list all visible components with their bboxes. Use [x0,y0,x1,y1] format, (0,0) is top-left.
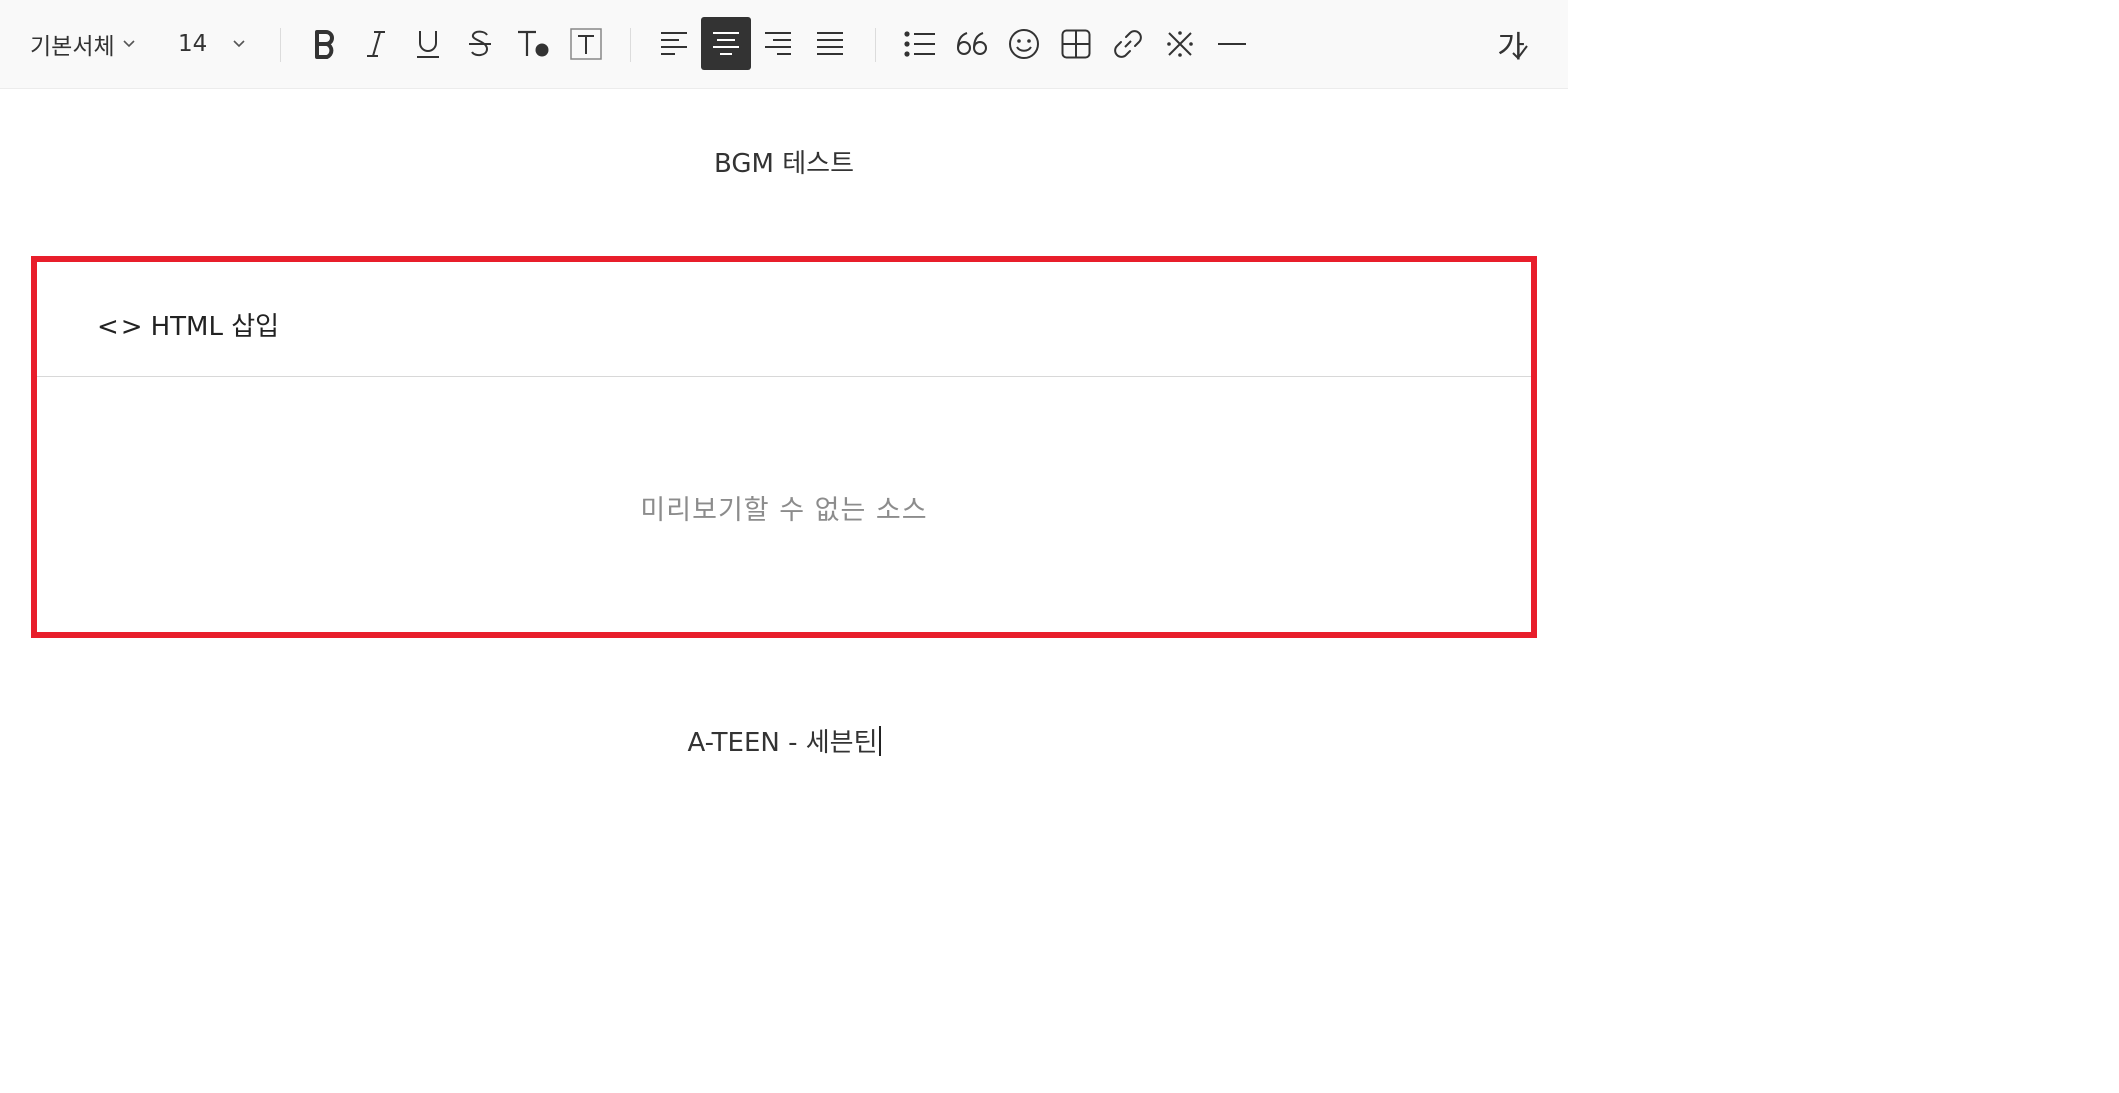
table-button[interactable] [1051,0,1101,88]
text-color-icon [518,30,549,57]
document-paragraph[interactable]: BGM 테스트 [0,143,1568,180]
bullet-list-button[interactable] [895,0,945,88]
quote-button[interactable] [947,0,997,88]
link-icon [1114,30,1142,58]
bold-icon [315,30,334,59]
align-left-icon [661,32,687,55]
link-button[interactable] [1103,0,1153,88]
align-justify-button[interactable] [805,0,855,88]
underline-icon [417,31,439,58]
emoji-icon [1009,29,1039,59]
italic-button[interactable] [351,0,401,88]
emoji-button[interactable] [999,0,1049,88]
bold-button[interactable] [300,0,350,88]
font-family-value: 기본서체 [30,34,115,60]
toolbar-divider [280,28,281,62]
align-right-button[interactable] [753,0,803,88]
text-background-button[interactable] [561,0,611,88]
strikethrough-icon [469,30,491,57]
horizontal-rule-button[interactable] [1207,0,1257,88]
align-center-icon [713,31,739,55]
text-background-icon [570,28,602,60]
paragraph-text: A-TEEN - 세븐틴 [687,728,878,758]
font-family-select[interactable]: 기본서체 [30,0,148,88]
code-icon: <> [97,312,145,342]
underline-button[interactable] [403,0,453,88]
font-size-select[interactable]: 14 [178,0,246,88]
check-icon [1512,45,1528,60]
horizontal-rule-icon [1218,43,1246,45]
quote-icon [957,32,987,55]
text-color-button[interactable] [508,0,558,88]
chevron-down-icon [123,40,135,48]
html-insert-block[interactable]: <> HTML 삽입 미리보기할 수 없는 소스 [31,256,1537,638]
html-block-header: <> HTML 삽입 [37,262,1531,377]
spellcheck-button[interactable]: 가 [1488,0,1538,88]
toolbar-divider [630,28,631,62]
html-preview-message: 미리보기할 수 없는 소스 [640,495,928,526]
special-character-icon [1167,31,1193,57]
align-justify-icon [817,32,843,55]
align-left-button[interactable] [649,0,699,88]
html-block-title: <> HTML 삽입 [97,306,279,343]
bullet-list-icon [904,31,935,57]
editor-toolbar: 기본서체 14 가 [0,0,1568,89]
table-icon [1061,29,1091,59]
strikethrough-button[interactable] [455,0,505,88]
align-right-icon [765,32,791,55]
html-block-label: HTML 삽입 [150,312,280,342]
text-caret [878,726,881,756]
chevron-down-icon [233,40,245,48]
toolbar-divider [875,28,876,62]
font-size-value: 14 [178,31,208,57]
align-center-button[interactable] [701,17,751,70]
document-paragraph-current[interactable]: A-TEEN - 세븐틴 [0,722,1568,759]
special-character-button[interactable] [1155,0,1205,88]
italic-icon [367,31,385,57]
